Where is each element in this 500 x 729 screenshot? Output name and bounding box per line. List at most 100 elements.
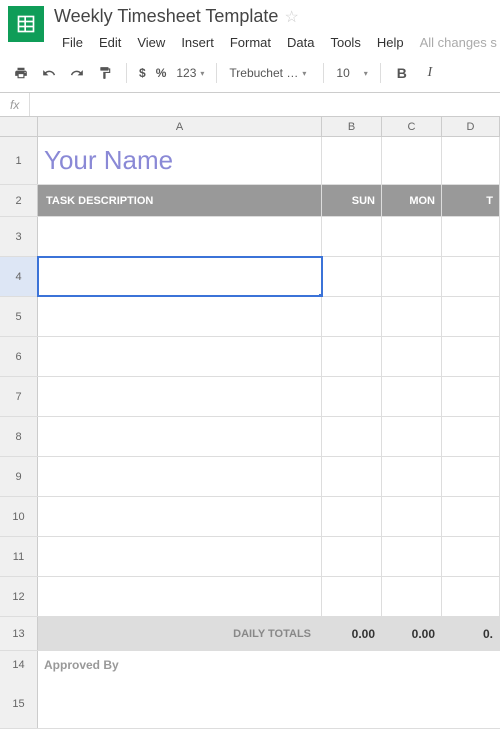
cell-b4[interactable] — [322, 257, 382, 296]
row-header-5[interactable]: 5 — [0, 297, 38, 336]
menu-help[interactable]: Help — [369, 31, 412, 54]
row-header-7[interactable]: 7 — [0, 377, 38, 416]
star-icon[interactable]: ☆ — [284, 7, 298, 27]
paint-format-button[interactable] — [92, 60, 118, 86]
cell-c15[interactable] — [382, 679, 442, 728]
row-header-1[interactable]: 1 — [0, 137, 38, 184]
cell-a6[interactable] — [38, 337, 322, 376]
row-header-2[interactable]: 2 — [0, 185, 38, 216]
cell-a9[interactable] — [38, 457, 322, 496]
cell-b11[interactable] — [322, 537, 382, 576]
cell-a10[interactable] — [38, 497, 322, 536]
cell-c3[interactable] — [382, 217, 442, 256]
sheets-app-icon[interactable] — [8, 6, 44, 42]
column-header-b[interactable]: B — [322, 117, 382, 136]
cell-d9[interactable] — [442, 457, 500, 496]
cell-b13[interactable]: 0.00 — [322, 617, 382, 650]
cell-c13[interactable]: 0.00 — [382, 617, 442, 650]
cell-a5[interactable] — [38, 297, 322, 336]
cell-d13[interactable]: 0. — [442, 617, 500, 650]
menu-edit[interactable]: Edit — [91, 31, 129, 54]
cell-a3[interactable] — [38, 217, 322, 256]
currency-format-button[interactable]: $ — [135, 66, 150, 80]
print-button[interactable] — [8, 60, 34, 86]
row-header-3[interactable]: 3 — [0, 217, 38, 256]
row-header-10[interactable]: 10 — [0, 497, 38, 536]
cell-c2[interactable]: MON — [382, 185, 442, 216]
row-header-8[interactable]: 8 — [0, 417, 38, 456]
cell-b12[interactable] — [322, 577, 382, 616]
column-header-d[interactable]: D — [442, 117, 500, 136]
cell-c11[interactable] — [382, 537, 442, 576]
cell-b15[interactable] — [322, 679, 382, 728]
cell-c8[interactable] — [382, 417, 442, 456]
cell-b9[interactable] — [322, 457, 382, 496]
cell-c9[interactable] — [382, 457, 442, 496]
cell-a7[interactable] — [38, 377, 322, 416]
cell-c4[interactable] — [382, 257, 442, 296]
cell-b10[interactable] — [322, 497, 382, 536]
cell-b3[interactable] — [322, 217, 382, 256]
menu-view[interactable]: View — [129, 31, 173, 54]
row-header-11[interactable]: 11 — [0, 537, 38, 576]
cell-b2[interactable]: SUN — [322, 185, 382, 216]
font-size-select[interactable]: 10▾ — [332, 64, 371, 82]
menu-file[interactable]: File — [54, 31, 91, 54]
column-header-c[interactable]: C — [382, 117, 442, 136]
cell-a13[interactable]: DAILY TOTALS — [38, 617, 322, 650]
menu-format[interactable]: Format — [222, 31, 279, 54]
cell-c1[interactable] — [382, 137, 442, 184]
cell-d7[interactable] — [442, 377, 500, 416]
cell-d1[interactable] — [442, 137, 500, 184]
cell-d3[interactable] — [442, 217, 500, 256]
cell-d2[interactable]: T — [442, 185, 500, 216]
cell-a14[interactable]: Approved By — [38, 651, 322, 679]
cell-b7[interactable] — [322, 377, 382, 416]
row-header-6[interactable]: 6 — [0, 337, 38, 376]
menu-tools[interactable]: Tools — [322, 31, 368, 54]
cell-d4[interactable] — [442, 257, 500, 296]
document-title[interactable]: Weekly Timesheet Template — [54, 6, 278, 27]
row-header-4[interactable]: 4 — [0, 257, 38, 296]
cell-b8[interactable] — [322, 417, 382, 456]
cell-d12[interactable] — [442, 577, 500, 616]
cell-b5[interactable] — [322, 297, 382, 336]
row-header-15[interactable]: 15 — [0, 679, 38, 728]
cell-a4[interactable] — [38, 257, 322, 296]
cell-c12[interactable] — [382, 577, 442, 616]
row-header-9[interactable]: 9 — [0, 457, 38, 496]
row-header-14[interactable]: 14 — [0, 651, 38, 679]
row-header-12[interactable]: 12 — [0, 577, 38, 616]
cell-c14[interactable] — [382, 651, 442, 679]
cell-a15[interactable] — [38, 679, 322, 728]
cell-c7[interactable] — [382, 377, 442, 416]
cell-a8[interactable] — [38, 417, 322, 456]
menu-insert[interactable]: Insert — [173, 31, 222, 54]
cell-d8[interactable] — [442, 417, 500, 456]
cell-d5[interactable] — [442, 297, 500, 336]
select-all-corner[interactable] — [0, 117, 38, 136]
cell-b14[interactable] — [322, 651, 382, 679]
undo-button[interactable] — [36, 60, 62, 86]
cell-d6[interactable] — [442, 337, 500, 376]
percent-format-button[interactable]: % — [152, 66, 171, 80]
cell-d11[interactable] — [442, 537, 500, 576]
cell-b1[interactable] — [322, 137, 382, 184]
cell-a2[interactable]: TASK DESCRIPTION — [38, 185, 322, 216]
formula-input[interactable] — [30, 93, 500, 116]
cell-d14[interactable] — [442, 651, 500, 679]
menu-data[interactable]: Data — [279, 31, 322, 54]
cell-c6[interactable] — [382, 337, 442, 376]
cell-c10[interactable] — [382, 497, 442, 536]
cell-d15[interactable] — [442, 679, 500, 728]
redo-button[interactable] — [64, 60, 90, 86]
column-header-a[interactable]: A — [38, 117, 322, 136]
cell-a12[interactable] — [38, 577, 322, 616]
font-family-select[interactable]: Trebuchet …▾ — [225, 64, 315, 82]
bold-button[interactable]: B — [389, 60, 415, 86]
italic-button[interactable]: I — [417, 60, 443, 86]
cell-d10[interactable] — [442, 497, 500, 536]
cell-b6[interactable] — [322, 337, 382, 376]
row-header-13[interactable]: 13 — [0, 617, 38, 650]
number-format-button[interactable]: 123▾ — [172, 64, 208, 82]
